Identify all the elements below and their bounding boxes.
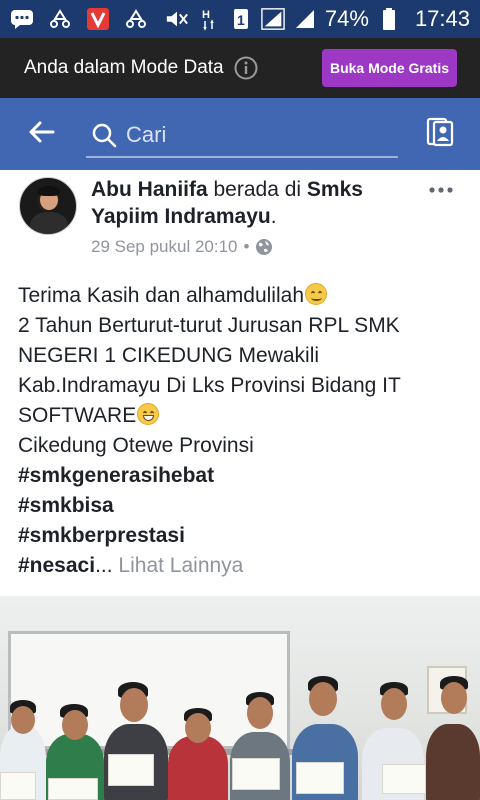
ellipsis: ... (95, 554, 113, 577)
globe-icon (255, 238, 273, 256)
free-mode-button[interactable]: Buka Mode Gratis (321, 49, 457, 87)
clock: 17:43 (414, 6, 470, 31)
sync-icon (124, 7, 148, 31)
grinning-face-emoji-icon (137, 403, 160, 425)
back-arrow-icon (29, 121, 55, 148)
signal-icon (293, 7, 317, 31)
battery-icon (377, 7, 401, 31)
more-dots-icon (428, 181, 454, 199)
meta-separator: • (243, 237, 250, 256)
sync-icon (48, 7, 72, 31)
hashtag-link[interactable]: #nesaci (18, 554, 95, 577)
see-more-link[interactable]: Lihat Lainnya (118, 554, 243, 577)
certificate (48, 778, 98, 800)
certificate (108, 754, 154, 786)
app-v-icon (86, 7, 110, 31)
smiling-face-emoji-icon (305, 283, 327, 305)
post-meta: 29 Sep pukul 20:10 • (91, 237, 273, 257)
body-line-4: Kab.Indramayu Di Lks Provinsi Bidang IT (18, 374, 401, 397)
sim-1-icon: 1 (229, 7, 253, 31)
certificate (382, 764, 426, 794)
body-line-1: Terima Kasih dan alhamdulilah (18, 284, 304, 307)
battery-percent: 74% (324, 6, 369, 31)
signal-icon (261, 7, 285, 31)
message-icon (10, 7, 34, 31)
certificate (232, 758, 280, 790)
body-line-6: Cikedung Otewe Provinsi (18, 434, 254, 457)
status-bar: H 1 74% 17:43 (0, 0, 480, 38)
network-h-icon: H (197, 7, 221, 31)
post-header: Abu Haniifa berada di Smks Yapiim Indrama… (91, 178, 363, 228)
post-body: Terima Kasih dan alhamdulilah 2 Tahun Be… (18, 281, 468, 581)
contacts-button[interactable] (424, 117, 456, 152)
data-mode-text: Anda dalam Mode Data (24, 57, 224, 78)
body-line-3: NEGERI 1 CIKEDUNG Mewakili (18, 344, 320, 367)
contacts-icon (426, 117, 454, 152)
search-bar[interactable] (86, 114, 398, 158)
info-icon[interactable] (234, 56, 258, 80)
location-connector: berada di (207, 178, 307, 201)
hashtag-link[interactable]: #smkbisa (18, 491, 468, 521)
hashtag-link[interactable]: #smkgenerasihebat (18, 461, 468, 491)
svg-text:1: 1 (237, 12, 245, 28)
mute-icon (165, 7, 189, 31)
hashtag-link[interactable]: #smkberprestasi (18, 521, 468, 551)
search-input[interactable] (126, 122, 386, 148)
post-timestamp[interactable]: 29 Sep pukul 20:10 (91, 237, 238, 257)
more-options-button[interactable] (425, 180, 457, 200)
app-header (0, 98, 480, 170)
avatar[interactable] (19, 177, 77, 235)
certificate (296, 762, 344, 794)
svg-text:H: H (202, 9, 210, 21)
author-name[interactable]: Abu Haniifa (91, 178, 208, 201)
post-card: Abu Haniifa berada di Smks Yapiim Indrama… (0, 170, 480, 800)
body-line-2: 2 Tahun Berturut-turut Jurusan RPL SMK (18, 314, 400, 337)
certificate (0, 772, 36, 800)
body-line-5: SOFTWARE (18, 404, 137, 427)
back-button[interactable] (22, 114, 62, 154)
post-photo[interactable] (0, 596, 480, 800)
search-icon (90, 121, 118, 149)
data-mode-banner: Anda dalam Mode Data Buka Mode Gratis (0, 38, 480, 98)
